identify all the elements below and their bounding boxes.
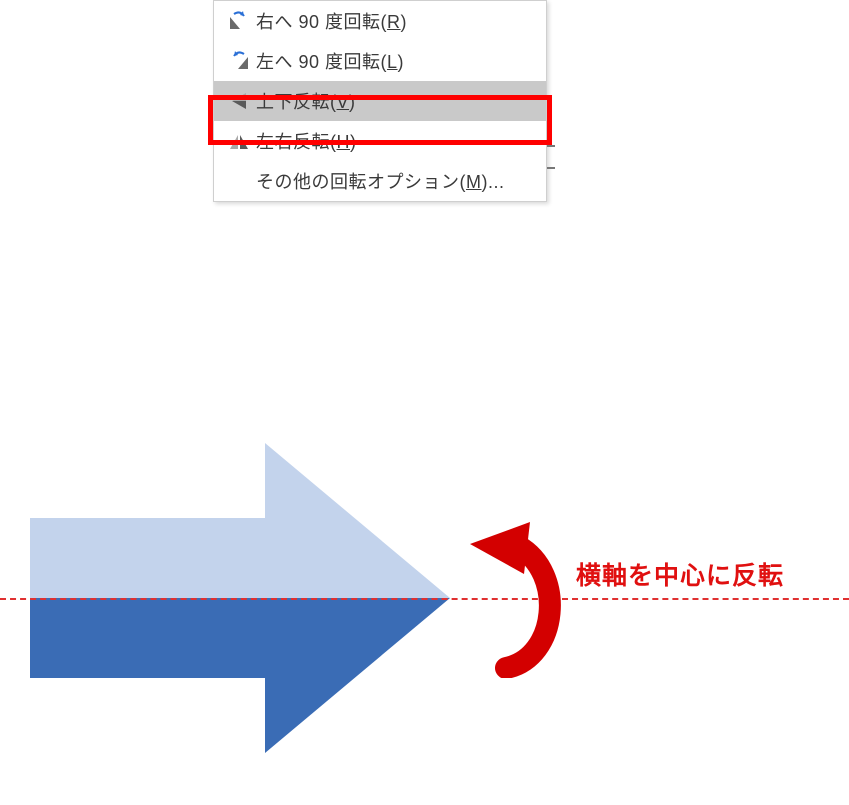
flip-diagram: 横軸を中心に反転 <box>0 300 849 805</box>
menu-item-rotate-right[interactable]: 右へ 90 度回転(R) <box>214 1 546 41</box>
menu-item-more-rotation-options[interactable]: その他の回転オプション(M)... <box>214 161 546 201</box>
menu-item-label: 右へ 90 度回転(R) <box>256 8 536 34</box>
menu-item-rotate-left[interactable]: 左へ 90 度回転(L) <box>214 41 546 81</box>
menu-item-flip-horizontal[interactable]: 左右反転(H) <box>214 121 546 161</box>
rotate-menu: 右へ 90 度回転(R) 左へ 90 度回転(L) 上下反転(V) <box>213 0 547 202</box>
flip-caption: 横軸を中心に反転 <box>576 556 784 592</box>
arrow-shape-bottom-half <box>30 598 450 753</box>
cropped-ui-fragment <box>547 145 555 169</box>
arrow-shape-top-half <box>30 443 450 598</box>
menu-item-label: 左右反転(H) <box>256 128 536 154</box>
menu-item-label: 左へ 90 度回転(L) <box>256 48 536 74</box>
menu-item-label: 上下反転(V) <box>256 88 536 114</box>
rotate-right-icon <box>222 11 256 31</box>
flip-vertical-icon <box>222 91 256 111</box>
menu-item-label: その他の回転オプション(M)... <box>256 168 536 194</box>
flip-direction-arrow-icon <box>448 518 578 678</box>
horizontal-axis-line <box>0 598 849 600</box>
menu-item-flip-vertical[interactable]: 上下反転(V) <box>214 81 546 121</box>
rotate-left-icon <box>222 51 256 71</box>
flip-horizontal-icon <box>222 131 256 151</box>
